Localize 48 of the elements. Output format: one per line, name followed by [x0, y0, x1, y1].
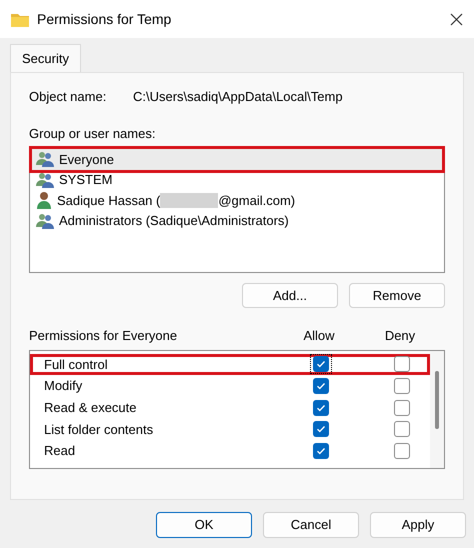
- folder-icon: [11, 12, 29, 26]
- checkbox[interactable]: [313, 400, 329, 416]
- permission-name: List folder contents: [44, 420, 154, 439]
- checkbox[interactable]: [313, 443, 329, 460]
- window-title: Permissions for Temp: [37, 10, 172, 29]
- users-icon: [36, 212, 54, 229]
- permission-name: Read: [44, 442, 76, 460]
- checkmark-icon: [316, 402, 326, 413]
- checkbox[interactable]: [394, 443, 410, 460]
- group-name: Everyone: [59, 150, 114, 169]
- checkbox[interactable]: [313, 378, 329, 394]
- group-action-button[interactable]: Add...: [242, 283, 338, 308]
- group-action-button[interactable]: Remove: [349, 283, 445, 308]
- group-item[interactable]: Everyone: [32, 149, 442, 170]
- users-icon: [36, 172, 54, 188]
- dialog-button[interactable]: Cancel: [263, 512, 359, 538]
- checkmark-icon: [316, 424, 326, 434]
- group-list-label: Group or user names:: [29, 124, 156, 143]
- group-item[interactable]: Administrators (Sadique\Administrators): [32, 210, 442, 231]
- group-name: Administrators (Sadique\Administrators): [59, 212, 289, 230]
- group-item[interactable]: Sadique Hassan ( @gmail.com): [32, 190, 442, 210]
- checkbox[interactable]: [313, 421, 329, 438]
- users-icon: [36, 151, 54, 168]
- permission-name: Read & execute: [44, 398, 138, 417]
- checkbox[interactable]: [394, 378, 410, 394]
- group-item[interactable]: SYSTEM: [32, 170, 442, 190]
- group-name: SYSTEM: [59, 171, 112, 189]
- tab[interactable]: Security: [10, 44, 81, 72]
- dialog-button[interactable]: OK: [156, 512, 252, 538]
- object-name-value: C:\Users\sadiq\AppData\Local\Temp: [133, 88, 343, 106]
- checkmark-icon: [316, 359, 326, 370]
- checkbox[interactable]: [394, 356, 410, 372]
- checkbox[interactable]: [394, 421, 410, 438]
- dialog-button[interactable]: Apply: [370, 512, 466, 538]
- checkbox[interactable]: [394, 400, 410, 416]
- checkmark-icon: [316, 446, 326, 456]
- scrollbar[interactable]: [430, 350, 444, 468]
- checkmark-icon: [316, 381, 326, 392]
- permission-name: Full control: [44, 356, 109, 374]
- permission-name: Modify: [44, 377, 84, 396]
- scrollbar-thumb[interactable]: [435, 370, 439, 428]
- group-name: Sadique Hassan ( @gmail.com): [57, 192, 296, 210]
- permissions-label: Permissions for Everyone: [29, 327, 178, 345]
- object-name-label: Object name:: [29, 88, 108, 106]
- user-icon: [36, 191, 52, 210]
- deny-column-header: Deny: [384, 327, 416, 345]
- close-icon[interactable]: [450, 12, 463, 26]
- allow-column-header: Allow: [302, 327, 336, 345]
